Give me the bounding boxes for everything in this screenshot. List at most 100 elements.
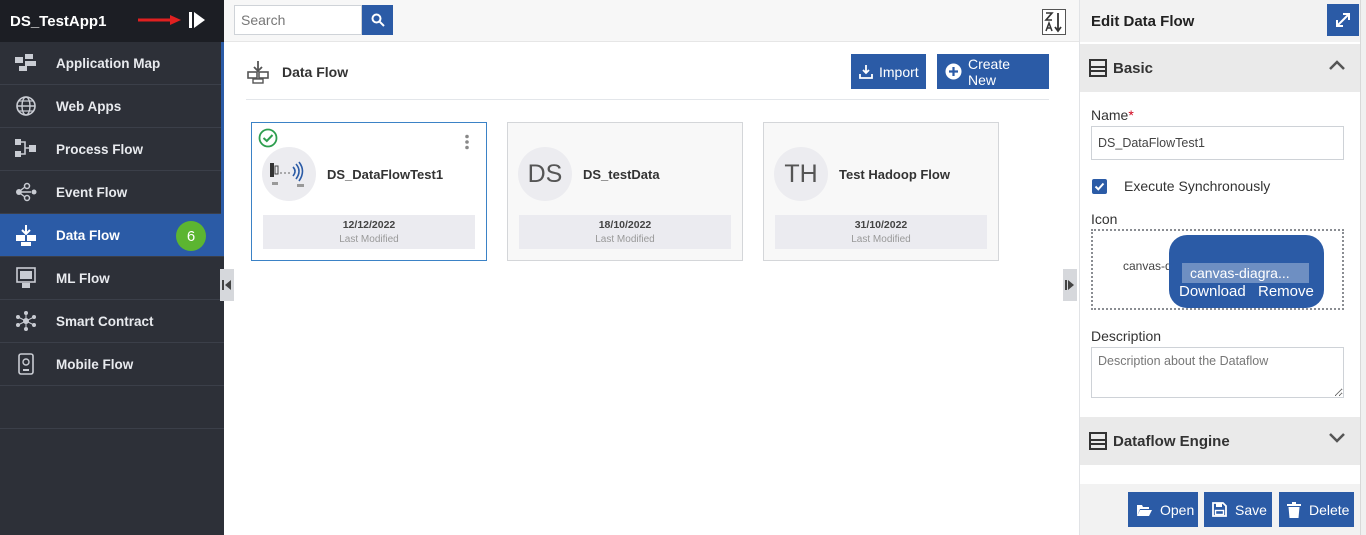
main-toolbar xyxy=(224,0,1079,42)
description-field[interactable] xyxy=(1091,347,1344,398)
globe-icon xyxy=(14,94,38,118)
name-field[interactable] xyxy=(1091,126,1344,160)
sort-button[interactable] xyxy=(1042,9,1066,35)
sidebar-empty-row xyxy=(0,386,224,429)
collapse-right-toggle[interactable] xyxy=(1063,269,1077,301)
sort-az-icon xyxy=(1044,12,1062,33)
accordion-label: Basic xyxy=(1113,59,1154,77)
search-icon xyxy=(371,13,385,27)
count-badge: 6 xyxy=(176,221,206,251)
sidebar-header: DS_TestApp1 xyxy=(0,0,224,42)
dataflow-card[interactable]: DS DS_testData 18/10/2022 Last Modified xyxy=(507,122,743,261)
accordion-basic[interactable]: Basic xyxy=(1080,44,1361,92)
name-label: Name* xyxy=(1091,107,1134,123)
accordion-label: Dataflow Engine xyxy=(1113,432,1230,450)
panel-header: Edit Data Flow xyxy=(1080,0,1360,42)
sidebar-item-label: Web Apps xyxy=(56,98,122,114)
icon-file-name: canvas-diagra... xyxy=(1182,263,1309,283)
search-button[interactable] xyxy=(362,5,393,35)
execute-sync-checkbox[interactable] xyxy=(1092,178,1107,194)
card-meta: 31/10/2022 Last Modified xyxy=(775,215,987,249)
mobile-flow-icon xyxy=(14,352,38,376)
checkmark-icon xyxy=(1094,182,1105,191)
sidebar-item-label: Process Flow xyxy=(56,141,144,157)
dataflow-name: DS_testData xyxy=(583,167,660,182)
sidebar-item-web-apps[interactable]: Web Apps xyxy=(0,85,224,128)
save-label: Save xyxy=(1235,501,1267,518)
panel-title: Edit Data Flow xyxy=(1091,13,1195,30)
folder-open-icon xyxy=(1136,503,1152,517)
data-flow-icon xyxy=(14,223,38,247)
sidebar-item-label: Smart Contract xyxy=(56,313,154,329)
icon-dropzone[interactable]: canvas-d canvas-diagra... Download Remov… xyxy=(1091,229,1344,310)
panel-scrollbar[interactable] xyxy=(1360,0,1366,535)
card-meta: 18/10/2022 Last Modified xyxy=(519,215,731,249)
sidebar-nav: Application Map Web Apps Process Flow Ev… xyxy=(0,42,224,429)
more-options-icon[interactable] xyxy=(464,134,470,150)
section-icon xyxy=(1089,59,1107,77)
page-title: Data Flow xyxy=(282,64,349,80)
event-flow-icon xyxy=(14,180,38,204)
section-header: Data Flow Import Create New xyxy=(246,54,1049,100)
sidebar-item-application-map[interactable]: Application Map xyxy=(0,42,224,85)
open-button[interactable]: Open xyxy=(1128,492,1198,527)
download-link[interactable]: Download xyxy=(1179,283,1246,300)
open-label: Open xyxy=(1160,501,1195,518)
collapse-left-toggle[interactable] xyxy=(220,269,234,301)
create-new-label: Create New xyxy=(968,55,1011,88)
sidebar-item-event-flow[interactable]: Event Flow xyxy=(0,171,224,214)
delete-label: Delete xyxy=(1309,501,1350,518)
avatar: DS xyxy=(518,147,572,201)
dataflow-card[interactable]: DS_DataFlowTest1 12/12/2022 Last Modifie… xyxy=(251,122,487,261)
name-label-text: Name xyxy=(1091,107,1129,123)
expand-icon xyxy=(1336,13,1350,27)
edit-panel: Edit Data Flow Basic Name* Execute Synch… xyxy=(1079,0,1361,535)
chevron-down-icon xyxy=(1329,433,1345,443)
import-button[interactable]: Import xyxy=(851,54,926,89)
execute-sync-label: Execute Synchronously xyxy=(1124,178,1271,194)
modified-date: 18/10/2022 xyxy=(598,219,652,231)
plus-circle-icon xyxy=(945,63,962,80)
execute-sync-row: Execute Synchronously xyxy=(1092,178,1270,194)
dataflow-name: Test Hadoop Flow xyxy=(839,167,950,182)
app-title: DS_TestApp1 xyxy=(10,12,107,30)
description-label: Description xyxy=(1091,328,1162,344)
save-icon xyxy=(1212,502,1227,517)
check-circle-icon xyxy=(258,128,278,148)
import-label: Import xyxy=(879,63,919,80)
main-area: Data Flow Import Create New DS_DataFlowT… xyxy=(224,0,1079,535)
sidebar-item-ml-flow[interactable]: ML Flow xyxy=(0,257,224,300)
sidebar-item-process-flow[interactable]: Process Flow xyxy=(0,128,224,171)
search-input[interactable] xyxy=(234,5,362,35)
icon-label: Icon xyxy=(1091,211,1118,227)
sidebar-item-label: Application Map xyxy=(56,55,161,71)
ml-flow-icon xyxy=(14,266,38,290)
canvas-thumbnail xyxy=(262,147,316,201)
last-modified-label: Last Modified xyxy=(851,234,911,245)
card-meta: 12/12/2022 Last Modified xyxy=(263,215,475,249)
modified-date: 31/10/2022 xyxy=(854,219,908,231)
sidebar-item-mobile-flow[interactable]: Mobile Flow xyxy=(0,343,224,386)
icon-file-tooltip: canvas-diagra... Download Remove xyxy=(1169,235,1324,308)
modified-date: 12/12/2022 xyxy=(342,219,396,231)
icon-file-name-behind: canvas-d xyxy=(1123,259,1172,273)
trash-icon xyxy=(1287,501,1301,518)
sidebar-item-smart-contract[interactable]: Smart Contract xyxy=(0,300,224,343)
expand-button[interactable] xyxy=(1327,4,1359,36)
sidebar: DS_TestApp1 Application Map Web Apps Pro… xyxy=(0,0,224,535)
last-modified-label: Last Modified xyxy=(595,234,655,245)
sidebar-item-data-flow[interactable]: Data Flow 6 xyxy=(0,214,224,257)
save-button[interactable]: Save xyxy=(1204,492,1272,527)
dataflow-name: DS_DataFlowTest1 xyxy=(327,167,444,182)
create-new-button[interactable]: Create New xyxy=(937,54,1049,89)
search-box xyxy=(234,5,393,35)
remove-link[interactable]: Remove xyxy=(1258,283,1314,300)
delete-button[interactable]: Delete xyxy=(1279,492,1354,527)
collapse-sidebar-icon[interactable] xyxy=(187,10,207,30)
accordion-dataflow-engine[interactable]: Dataflow Engine xyxy=(1080,417,1361,465)
data-flow-icon xyxy=(247,61,269,84)
avatar: TH xyxy=(774,147,828,201)
dataflow-card[interactable]: TH Test Hadoop Flow 31/10/2022 Last Modi… xyxy=(763,122,999,261)
last-modified-label: Last Modified xyxy=(339,234,399,245)
caret-left-icon xyxy=(222,280,231,290)
